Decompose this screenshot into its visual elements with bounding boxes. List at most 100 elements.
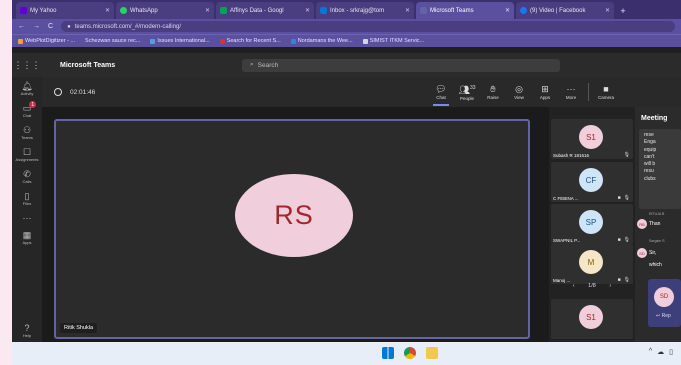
- mic-off-icon: 🎙︎: [623, 152, 630, 158]
- chat-message-line: clubs: [644, 175, 656, 182]
- avatar-initials: CF: [585, 175, 597, 185]
- more-button[interactable]: ··· More: [558, 84, 584, 100]
- tab-label: WhatsApp: [130, 7, 158, 14]
- file-explorer-icon[interactable]: [426, 347, 438, 359]
- bookmark-item[interactable]: Nordamans the Wee...: [290, 38, 353, 44]
- close-tab-icon[interactable]: ✕: [605, 7, 610, 14]
- apps-icon: ⊞: [541, 84, 549, 94]
- rail-item-apps[interactable]: ▦ Apps: [22, 230, 31, 245]
- participant-tile[interactable]: SP SWAPNIL P... ■ 🎙︎: [551, 204, 633, 244]
- chat-sender-name: Sargam S: [649, 239, 665, 243]
- avatar-initials: M: [587, 257, 595, 267]
- chat-sender-name: RITUJA B: [649, 212, 665, 216]
- tab-label: Microsoft Teams: [430, 7, 474, 14]
- rail-item-label: Calls: [22, 179, 32, 184]
- cloud-icon[interactable]: ☁︎: [657, 348, 664, 356]
- camera-off-icon: ■: [617, 237, 621, 243]
- shield-icon: [54, 88, 62, 96]
- bookmark-favicon-icon: [219, 38, 225, 44]
- people-button[interactable]: 👥︎33 People: [454, 83, 480, 101]
- browser-tab[interactable]: Inbox - srkrajg@tom ✕: [316, 2, 414, 19]
- search-input[interactable]: ⌕ Search: [242, 58, 560, 72]
- tab-favicon-icon: [20, 7, 27, 14]
- participant-tile[interactable]: S1 Subash R 181616 🎙︎: [551, 119, 633, 159]
- close-tab-icon[interactable]: ✕: [405, 7, 410, 14]
- browser-tab-active[interactable]: Microsoft Teams ✕: [416, 2, 514, 19]
- rail-item-label: Activity: [20, 91, 34, 96]
- raise-hand-button[interactable]: ✋︎ Raise: [480, 84, 506, 100]
- participant-status: ■ 🎙︎: [618, 237, 630, 243]
- participant-tile[interactable]: CF C FEBINA ... ■ 🎙︎: [551, 162, 633, 202]
- meeting-stage: RS Ritik Shukla: [42, 107, 549, 342]
- rail-item-calls[interactable]: ✆ Calls: [23, 169, 32, 184]
- browser-tab[interactable]: WhatsApp ✕: [116, 2, 214, 19]
- camera-button[interactable]: ■ Camera: [593, 84, 619, 100]
- bookmark-item[interactable]: WebPlotDigitizer - ...: [18, 38, 75, 44]
- back-arrow-icon[interactable]: ←: [18, 23, 25, 30]
- unread-badge: 1: [29, 101, 37, 108]
- reload-icon[interactable]: C: [48, 23, 53, 30]
- bookmark-item[interactable]: Schezwan sauce rec...: [85, 38, 140, 44]
- url-field[interactable]: ● teams.microsoft.com/_#/modern-calling/: [61, 21, 675, 32]
- meeting-timer: 02:01:46: [54, 88, 428, 96]
- rail-item-help[interactable]: ? Help: [12, 323, 42, 338]
- chrome-icon[interactable]: [404, 347, 416, 359]
- apps-button[interactable]: ⊞ Apps: [532, 84, 558, 100]
- participant-tile[interactable]: M Manoj ... ■ 🎙︎: [551, 244, 633, 284]
- bookmark-item[interactable]: SIMIST ITKM Servic...: [362, 38, 424, 44]
- browser-tab[interactable]: (9) Video | Facebook ✕: [516, 2, 614, 19]
- chat-message-text: which: [649, 262, 662, 268]
- reply-card[interactable]: SD ↩ Rep: [648, 279, 681, 327]
- chevron-up-icon[interactable]: ^: [649, 348, 652, 356]
- bookmark-label: SIMIST ITKM Servic...: [369, 38, 424, 44]
- rail-item-more[interactable]: ···: [23, 213, 32, 223]
- bookmark-label: Issues International...: [157, 38, 210, 44]
- screen: My Yahoo ✕ WhatsApp ✕ Affinys Data - Googl…: [12, 0, 681, 365]
- reply-button[interactable]: ↩ Rep: [656, 313, 671, 319]
- view-button[interactable]: ◎ View: [506, 84, 532, 100]
- chat-message-line: resu: [644, 168, 654, 175]
- rail-item-label: Teams: [21, 135, 33, 140]
- chat-message: RB Than: [637, 219, 660, 229]
- windows-start-icon[interactable]: [382, 347, 394, 359]
- system-tray: ^ ☁︎ ▯: [649, 348, 673, 356]
- battery-icon[interactable]: ▯: [669, 348, 673, 356]
- bookmark-label: Search for Recent S...: [226, 38, 281, 44]
- tab-favicon-icon: [120, 7, 127, 14]
- bookmark-favicon-icon: [18, 38, 23, 44]
- close-tab-icon[interactable]: ✕: [105, 7, 110, 14]
- teams-header: ⋮⋮⋮ Microsoft Teams ⌕ Search: [12, 53, 681, 77]
- browser-tab[interactable]: Affinys Data - Googl ✕: [216, 2, 314, 19]
- chat-message-line: will b: [644, 161, 656, 168]
- tool-label: People: [459, 96, 474, 101]
- participant-tile[interactable]: S1: [551, 299, 633, 339]
- rail-item-chat[interactable]: ▭ 1 Chat: [23, 101, 37, 118]
- forward-arrow-icon[interactable]: →: [33, 23, 40, 30]
- close-tab-icon[interactable]: ✕: [305, 7, 310, 14]
- avatar: RS: [235, 174, 353, 257]
- bookmark-item[interactable]: Search for Recent S...: [219, 38, 281, 44]
- main-video-tile[interactable]: RS Ritik Shukla: [54, 119, 530, 339]
- bookmark-favicon-icon: [362, 38, 368, 44]
- timer-text: 02:01:46: [70, 88, 96, 96]
- bookmarks-bar: WebPlotDigitizer - ... Schezwan sauce re…: [12, 34, 681, 47]
- bookmark-label: Nordamans the Wee...: [297, 38, 353, 44]
- close-tab-icon[interactable]: ✕: [505, 7, 510, 14]
- bookmark-item[interactable]: Issues International...: [150, 38, 210, 44]
- apps-icon: ▦: [22, 230, 32, 240]
- participant-name-label: Ritik Shukla: [60, 323, 98, 333]
- new-tab-button[interactable]: +: [616, 2, 630, 19]
- app-launcher-icon[interactable]: ⋮⋮⋮: [12, 60, 42, 71]
- chat-button[interactable]: 💬︎ Chat: [428, 84, 454, 106]
- previous-page-icon[interactable]: ‹: [573, 283, 575, 289]
- app-title: Microsoft Teams: [60, 61, 116, 69]
- meeting-toolbar: 02:01:46 💬︎ Chat 👥︎33 People ✋︎ Raise ◎ View…: [42, 77, 681, 107]
- rail-item-activity[interactable]: 🔔︎ Activity: [21, 81, 34, 96]
- rail-item-teams[interactable]: ⚇ Teams: [21, 125, 33, 140]
- close-tab-icon[interactable]: ✕: [205, 7, 210, 14]
- browser-tab-bar: My Yahoo ✕ WhatsApp ✕ Affinys Data - Googl…: [12, 0, 681, 19]
- next-page-icon[interactable]: ›: [609, 283, 611, 289]
- rail-item-assignments[interactable]: ☐ Assignments: [16, 147, 39, 162]
- rail-item-files[interactable]: ▯ Files: [23, 191, 31, 206]
- browser-tab[interactable]: My Yahoo ✕: [16, 2, 114, 19]
